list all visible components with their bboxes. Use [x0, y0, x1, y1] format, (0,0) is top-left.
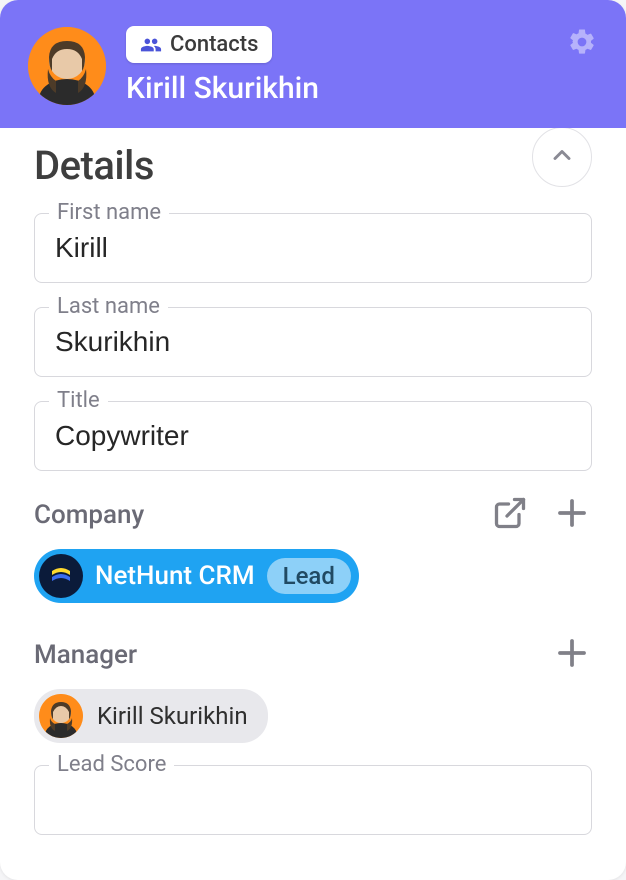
last-name-field[interactable]: Last name — [34, 307, 592, 377]
manager-name: Kirill Skurikhin — [97, 702, 248, 730]
header-text-block: Contacts Kirill Skurikhin — [126, 26, 319, 106]
lead-score-field[interactable]: Lead Score — [34, 765, 592, 835]
company-logo — [39, 554, 83, 598]
company-actions — [490, 495, 592, 535]
add-manager-button[interactable] — [552, 635, 592, 675]
collapse-button[interactable] — [532, 127, 592, 187]
plus-icon — [554, 495, 590, 535]
panel-body: Details First name Last name Title Compa… — [0, 128, 626, 835]
manager-actions — [552, 635, 592, 675]
settings-button[interactable] — [564, 26, 600, 62]
manager-row-header: Manager — [34, 635, 592, 675]
company-name: NetHunt CRM — [95, 561, 255, 591]
add-company-button[interactable] — [552, 495, 592, 535]
manager-chip[interactable]: Kirill Skurikhin — [34, 689, 268, 743]
panel-header: Contacts Kirill Skurikhin — [0, 0, 626, 128]
open-company-button[interactable] — [490, 495, 530, 535]
title-label: Title — [49, 388, 108, 413]
chevron-up-icon — [548, 141, 576, 173]
manager-avatar — [39, 694, 83, 738]
contact-panel: Contacts Kirill Skurikhin Details First … — [0, 0, 626, 880]
contact-name: Kirill Skurikhin — [126, 71, 319, 106]
first-name-input[interactable] — [55, 232, 571, 264]
title-field[interactable]: Title — [34, 401, 592, 471]
last-name-input[interactable] — [55, 326, 571, 358]
gear-icon — [567, 27, 597, 61]
company-status: Lead — [267, 558, 351, 594]
company-row-header: Company — [34, 495, 592, 535]
folder-badge-label: Contacts — [170, 32, 258, 57]
details-title: Details — [34, 142, 154, 189]
plus-icon — [554, 635, 590, 675]
title-input[interactable] — [55, 420, 571, 452]
details-section-header: Details — [34, 142, 592, 189]
lead-score-input[interactable] — [55, 784, 571, 816]
first-name-field[interactable]: First name — [34, 213, 592, 283]
contact-avatar[interactable] — [28, 27, 106, 105]
company-label: Company — [34, 500, 144, 530]
folder-badge[interactable]: Contacts — [126, 26, 272, 63]
people-icon — [140, 34, 162, 56]
last-name-label: Last name — [49, 294, 168, 319]
lead-score-label: Lead Score — [49, 752, 174, 777]
company-chip[interactable]: NetHunt CRM Lead — [34, 549, 359, 603]
first-name-label: First name — [49, 200, 169, 225]
open-in-new-icon — [492, 495, 528, 535]
manager-label: Manager — [34, 640, 137, 670]
